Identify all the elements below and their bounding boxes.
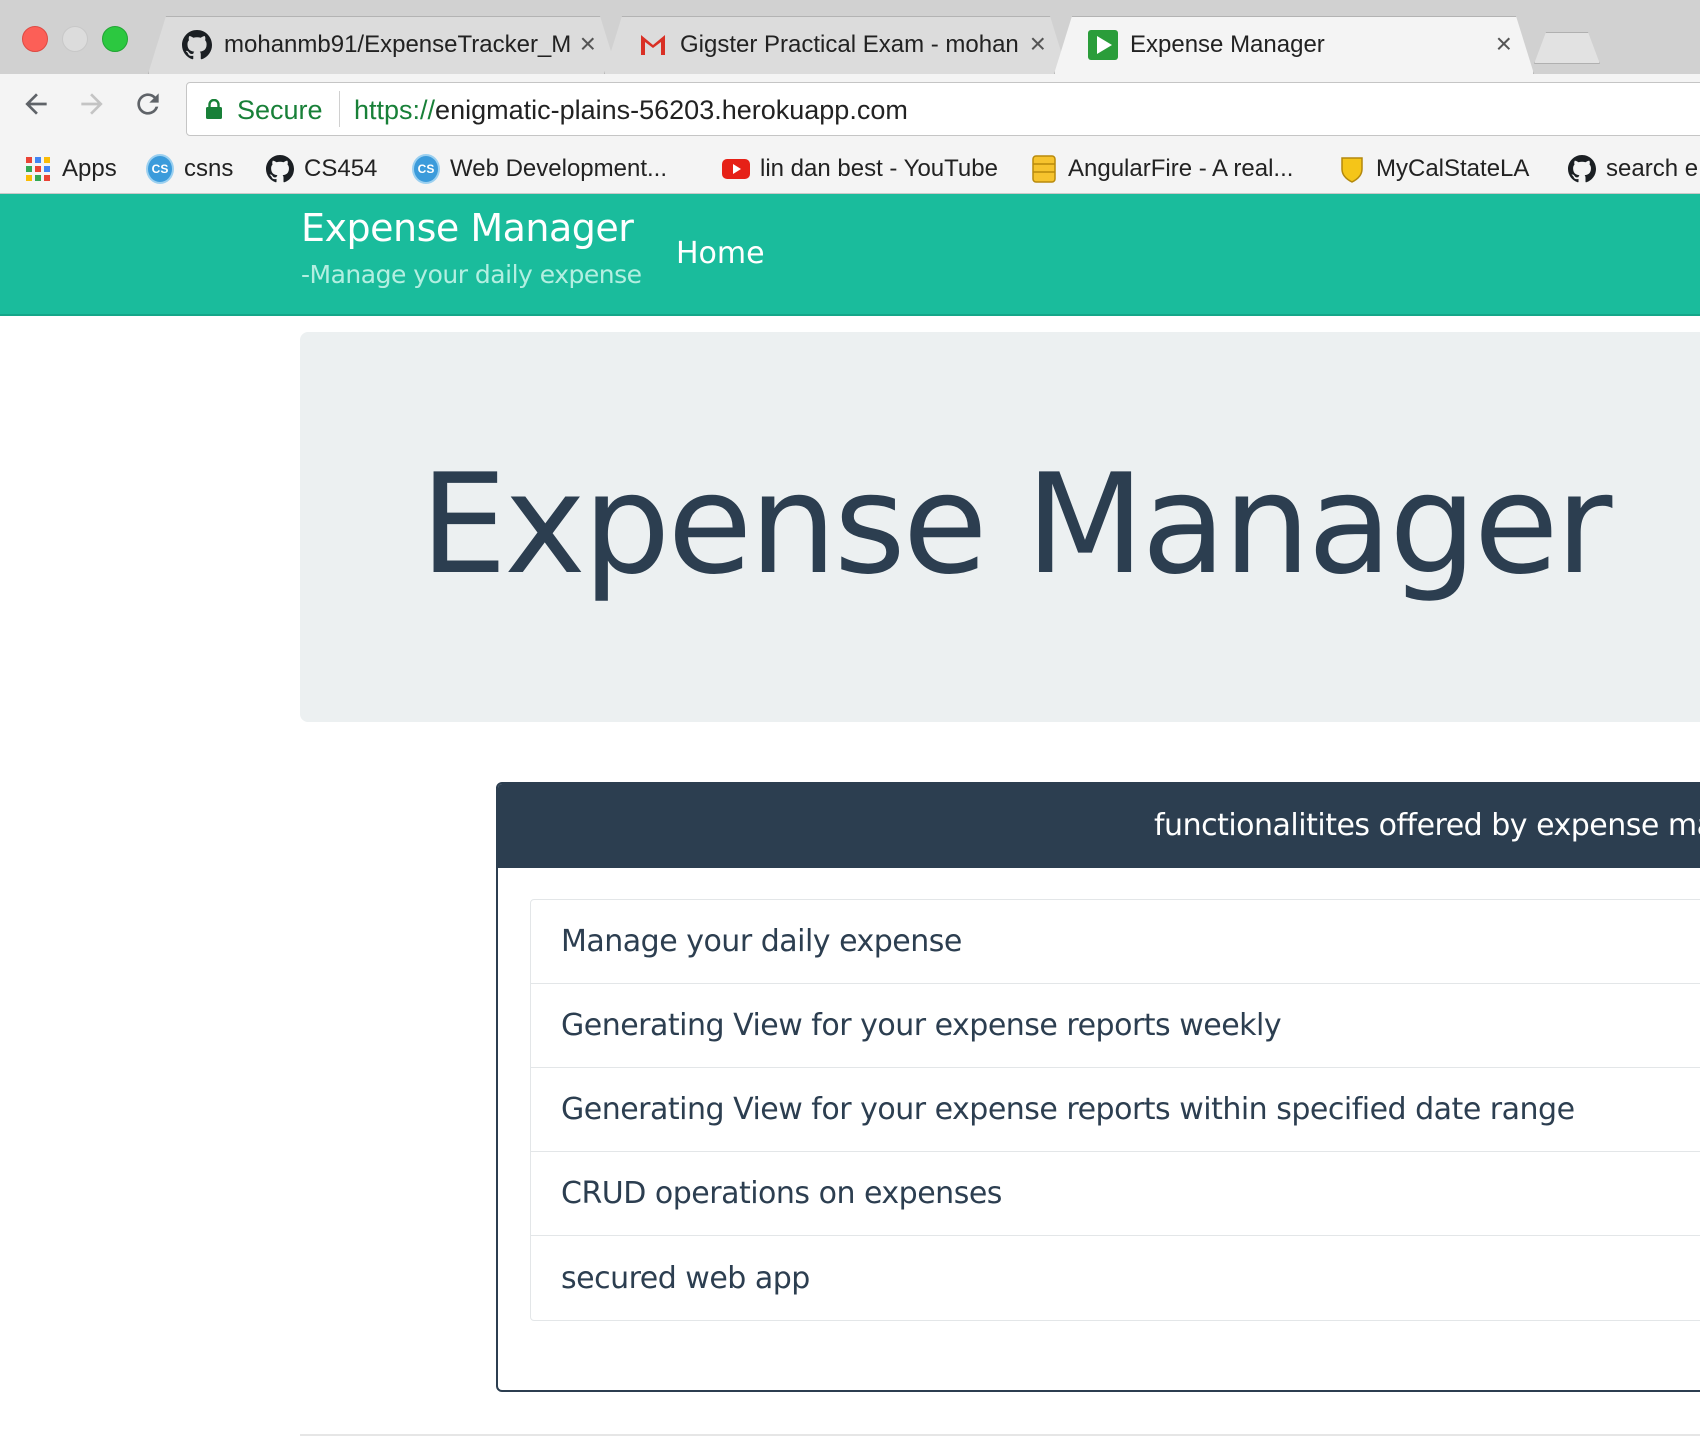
panel-title: functionalitites offered by expense mana… xyxy=(1154,808,1700,843)
github-icon xyxy=(1568,155,1596,183)
bookmark-youtube[interactable]: lin dan best - YouTube xyxy=(722,152,998,186)
cs-icon: CS xyxy=(146,154,174,184)
bookmark-csns[interactable]: CS csns xyxy=(146,152,233,186)
reload-button[interactable] xyxy=(128,88,168,128)
cs-icon: CS xyxy=(412,154,440,184)
list-item: CRUD operations on expenses xyxy=(531,1152,1700,1236)
window-minimize-button[interactable] xyxy=(62,26,88,52)
tab-close-button[interactable]: × xyxy=(1030,30,1046,58)
tab-close-button[interactable]: × xyxy=(1496,30,1512,58)
address-bar[interactable]: Secure https://enigmatic-plains-56203.he… xyxy=(186,82,1700,136)
back-button[interactable] xyxy=(16,88,56,128)
apps-grid-icon xyxy=(24,155,52,183)
list-item: secured web app xyxy=(561,1260,810,1296)
window-zoom-button[interactable] xyxy=(102,26,128,52)
play-icon xyxy=(1088,30,1118,60)
list-item: Generating View for your expense reports… xyxy=(531,1068,1700,1152)
hero-heading: Expense Manager xyxy=(420,444,1612,605)
url-host: enigmatic-plains-56203.herokuapp.com xyxy=(435,95,908,125)
bookmark-angularfire[interactable]: AngularFire - A real... xyxy=(1030,152,1293,186)
url-scheme: https:// xyxy=(354,95,436,125)
browser-toolbar: Secure https://enigmatic-plains-56203.he… xyxy=(0,74,1700,144)
reload-icon xyxy=(137,93,159,115)
bookmark-apps[interactable]: Apps xyxy=(24,152,117,186)
bookmark-label: lin dan best - YouTube xyxy=(760,155,998,182)
tab-title: Gigster Practical Exam - mohan xyxy=(680,31,1019,58)
browser-tab-github[interactable]: mohanmb91/ExpenseTracker_M × xyxy=(148,16,618,74)
gmail-icon xyxy=(638,30,668,60)
bookmark-label: CS454 xyxy=(304,155,378,182)
bookmark-label: Apps xyxy=(62,155,117,182)
url-text[interactable]: https://enigmatic-plains-56203.herokuapp… xyxy=(354,95,908,126)
tab-title: Expense Manager xyxy=(1130,31,1325,58)
bookmark-web-development[interactable]: CS Web Development... xyxy=(412,152,667,186)
hero-jumbotron: Expense Manager xyxy=(300,332,1700,722)
bookmark-label: AngularFire - A real... xyxy=(1068,155,1294,182)
tab-title: mohanmb91/ExpenseTracker_M xyxy=(224,31,572,58)
security-label[interactable]: Secure xyxy=(237,95,323,126)
bookmarks-bar: Apps CS csns CS454 CS Web Development...… xyxy=(0,144,1700,194)
new-tab-button[interactable] xyxy=(1534,32,1600,64)
browser-tab-expense-manager[interactable]: Expense Manager × xyxy=(1054,16,1534,74)
bookmark-label: MyCalStateLA xyxy=(1376,155,1530,182)
bookmark-search[interactable]: search e xyxy=(1568,152,1698,186)
youtube-icon xyxy=(722,155,750,183)
bookmark-cs454[interactable]: CS454 xyxy=(266,152,377,186)
nav-link-home[interactable]: Home xyxy=(676,236,765,271)
github-icon xyxy=(182,30,212,60)
arrow-right-icon xyxy=(81,93,103,115)
bookmark-label: search e xyxy=(1606,155,1699,182)
footer-divider xyxy=(300,1434,1700,1436)
database-icon xyxy=(1030,155,1058,183)
features-panel: functionalitites offered by expense mana… xyxy=(496,782,1700,1392)
lock-icon xyxy=(206,99,222,119)
tab-close-button[interactable]: × xyxy=(580,30,596,58)
navbar-tagline: -Manage your daily expense xyxy=(301,260,642,289)
window-close-button[interactable] xyxy=(22,26,48,52)
panel-heading: functionalitites offered by expense mana… xyxy=(498,784,1700,868)
github-icon xyxy=(266,155,294,183)
navbar-brand[interactable]: Expense Manager xyxy=(301,206,634,250)
arrow-left-icon xyxy=(25,93,47,115)
list-item: Generating View for your expense reports… xyxy=(531,984,1700,1068)
bookmark-label: csns xyxy=(184,155,234,182)
shield-icon xyxy=(1338,155,1366,183)
browser-tab-gmail[interactable]: Gigster Practical Exam - mohan × xyxy=(604,16,1068,74)
forward-button[interactable] xyxy=(72,88,112,128)
list-item: Manage your daily expense xyxy=(531,900,1700,984)
bookmark-label: Web Development... xyxy=(450,155,667,182)
features-list: Manage your daily expense Generating Vie… xyxy=(530,899,1700,1321)
tab-strip: mohanmb91/ExpenseTracker_M × Gigster Pra… xyxy=(0,0,1700,74)
address-divider xyxy=(339,91,340,127)
bookmark-mycalstatela[interactable]: MyCalStateLA xyxy=(1338,152,1529,186)
app-navbar: Expense Manager -Manage your daily expen… xyxy=(0,194,1700,316)
